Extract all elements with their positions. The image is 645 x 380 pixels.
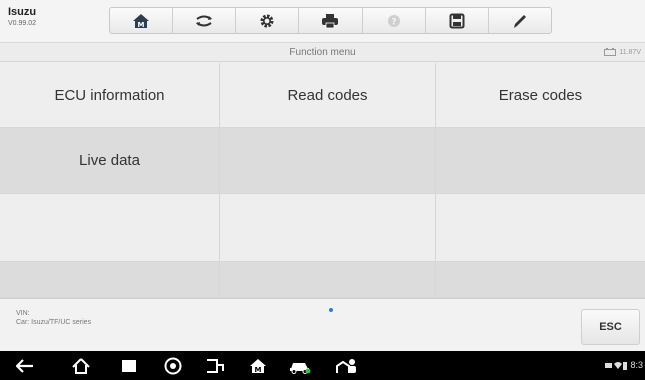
top-header: Isuzu V0.99.02 M ? bbox=[0, 0, 645, 43]
workshop-button[interactable] bbox=[334, 356, 358, 376]
battery-voltage: 11.87V bbox=[619, 48, 641, 56]
empty-cell bbox=[220, 128, 436, 194]
maxisys-home-icon: M bbox=[250, 359, 266, 374]
vin-label: VIN: bbox=[16, 310, 30, 317]
battery-icon bbox=[604, 48, 617, 56]
empty-cell bbox=[436, 194, 645, 262]
gear-icon bbox=[260, 14, 274, 27]
empty-cell bbox=[0, 194, 220, 262]
function-live-data[interactable]: Live data bbox=[0, 128, 220, 194]
browser-button[interactable] bbox=[162, 356, 184, 376]
brand-name: Isuzu bbox=[8, 6, 37, 18]
print-button[interactable] bbox=[299, 8, 363, 33]
car-icon bbox=[290, 363, 311, 374]
toolbar: M ? bbox=[109, 7, 552, 34]
svg-text:M: M bbox=[138, 21, 145, 29]
home-icon bbox=[72, 358, 90, 374]
clock: 8:3 bbox=[630, 360, 643, 370]
help-icon: ? bbox=[387, 14, 400, 27]
annotate-button[interactable] bbox=[489, 8, 551, 33]
nav-home-button[interactable] bbox=[70, 356, 92, 376]
vci-icon bbox=[207, 359, 224, 373]
function-erase-codes[interactable]: Erase codes bbox=[436, 63, 645, 128]
system-nav-bar: M 8:3 bbox=[0, 351, 645, 380]
workshop-icon bbox=[336, 359, 356, 373]
vehicle-swap-button[interactable] bbox=[173, 8, 237, 33]
maxisys-home-button[interactable]: M bbox=[247, 356, 269, 376]
vci-button[interactable] bbox=[204, 356, 226, 376]
function-read-codes[interactable]: Read codes bbox=[220, 63, 436, 128]
vehicle-button[interactable] bbox=[288, 356, 312, 376]
recent-apps-button[interactable] bbox=[118, 356, 140, 376]
info-footer: VIN: Car: Isuzu/TF/UC series ESC bbox=[0, 298, 645, 351]
status-area: 8:3 bbox=[605, 360, 643, 370]
home-icon: M bbox=[133, 13, 150, 29]
vehicle-brand: Isuzu V0.99.02 bbox=[8, 6, 36, 29]
vehicle-swap-icon bbox=[196, 15, 213, 26]
svg-text:M: M bbox=[255, 366, 262, 374]
printer-icon bbox=[322, 13, 339, 28]
function-grid: ECU information Read codes Erase codes L… bbox=[0, 63, 645, 298]
empty-cell bbox=[220, 194, 436, 262]
pen-icon bbox=[513, 14, 526, 28]
app-screen: Isuzu V0.99.02 M ? Function menu 11.87V … bbox=[0, 0, 645, 380]
wifi-icon bbox=[605, 361, 628, 370]
empty-cell bbox=[220, 262, 436, 298]
home-button[interactable]: M bbox=[110, 8, 174, 33]
help-button[interactable]: ? bbox=[363, 8, 426, 33]
empty-cell bbox=[0, 262, 220, 298]
save-icon bbox=[449, 13, 465, 28]
back-icon bbox=[16, 359, 33, 373]
page-indicator bbox=[329, 308, 333, 312]
back-button[interactable] bbox=[14, 356, 36, 376]
browser-icon bbox=[164, 357, 182, 375]
esc-button[interactable]: ESC bbox=[581, 309, 640, 345]
empty-cell bbox=[436, 262, 645, 298]
function-ecu-information[interactable]: ECU information bbox=[0, 63, 220, 128]
software-version: V0.99.02 bbox=[8, 20, 37, 27]
empty-cell bbox=[436, 128, 645, 194]
settings-button[interactable] bbox=[236, 8, 300, 33]
sub-header: Function menu 11.87V bbox=[0, 44, 645, 62]
recent-apps-icon bbox=[122, 360, 136, 372]
save-button[interactable] bbox=[426, 8, 489, 33]
svg-text:?: ? bbox=[391, 17, 396, 27]
page-title: Function menu bbox=[289, 47, 356, 58]
battery-indicator: 11.87V bbox=[604, 48, 641, 56]
car-info: Car: Isuzu/TF/UC series bbox=[16, 319, 92, 326]
